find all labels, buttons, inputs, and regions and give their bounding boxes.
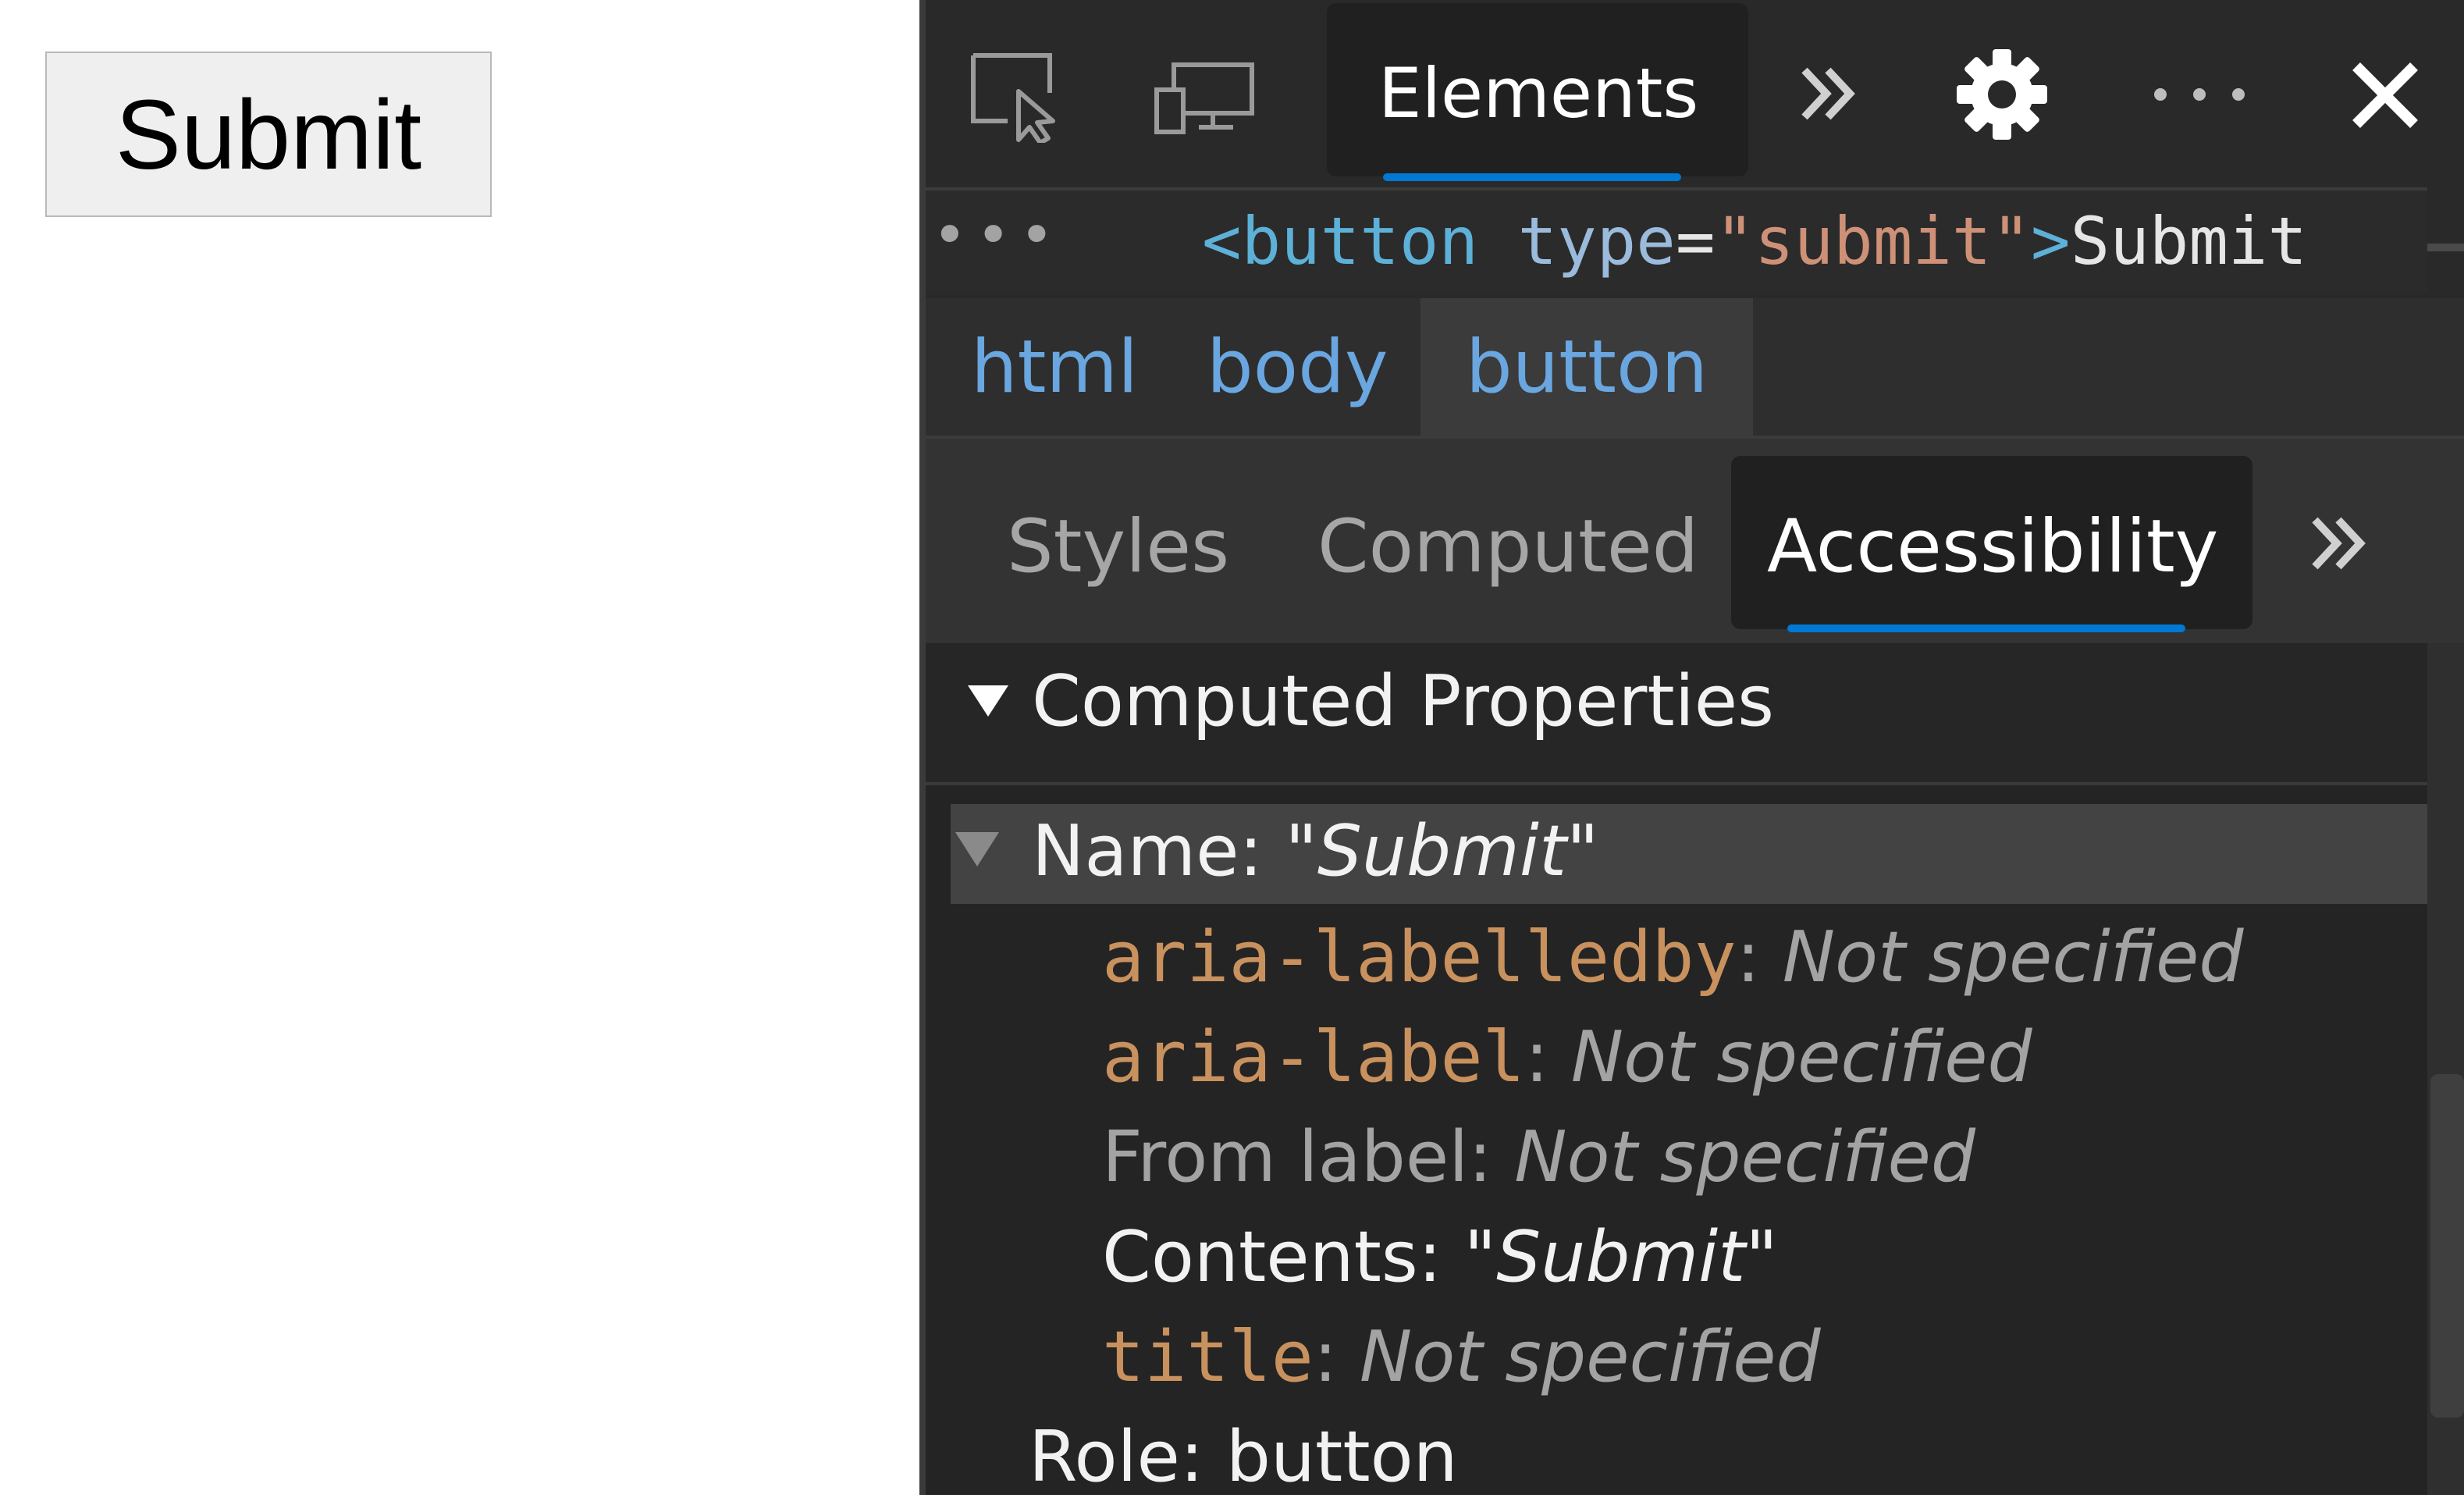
name-property-row[interactable]: Name: "Submit"	[951, 804, 2427, 904]
dom-attr-value: "submit"	[1715, 203, 2032, 279]
submit-button[interactable]: Submit	[45, 52, 492, 217]
dom-attr-name: type	[1517, 203, 1676, 279]
tab-elements-label: Elements	[1378, 53, 1699, 133]
title-row[interactable]: title: Not specified	[1102, 1316, 1821, 1398]
contents-quote-end: "	[1745, 1216, 1778, 1298]
elements-tab-underline	[1383, 173, 1681, 181]
ellipsis-icon[interactable]	[2145, 75, 2254, 114]
inspect-element-icon[interactable]	[963, 44, 1065, 145]
more-sidebar-tabs-icon[interactable]	[2299, 504, 2377, 582]
title-key: title	[1102, 1316, 1314, 1398]
device-emulation-icon[interactable]	[1150, 55, 1260, 141]
from-label-key: From label:	[1102, 1116, 1515, 1198]
collapse-triangle-icon[interactable]	[965, 678, 1012, 724]
tab-styles[interactable]: Styles	[1007, 504, 1229, 589]
accessibility-tab-underline	[1787, 624, 2185, 632]
name-label: Name: "	[1032, 810, 1317, 892]
aria-labelledby-row[interactable]: aria-labelledby: Not specified	[1102, 916, 2244, 998]
tab-computed[interactable]: Computed	[1317, 504, 1698, 589]
colon: :	[1736, 916, 1783, 998]
tab-accessibility-label: Accessibility	[1767, 504, 2219, 589]
scrollbar-thumb[interactable]	[2430, 1074, 2464, 1418]
contents-value: Submit	[1496, 1216, 1746, 1298]
dom-tag-open: <	[1202, 203, 1242, 279]
aria-labelledby-key: aria-labelledby	[1102, 916, 1737, 998]
dom-tree-row[interactable]: ••• <button type="submit">Submit	[926, 190, 2427, 292]
sidebar-tabs: Styles Computed Accessibility	[926, 439, 2464, 643]
name-property: Name: "Submit"	[1032, 810, 1599, 892]
tab-accessibility[interactable]: Accessibility	[1731, 456, 2252, 629]
section-title: Computed Properties	[1032, 660, 1774, 742]
aria-labelledby-value: Not specified	[1782, 916, 2244, 998]
dom-text: Submit	[2070, 203, 2308, 279]
dom-attr-eq: =	[1675, 203, 1716, 279]
contents-key: Contents: "	[1102, 1216, 1497, 1298]
role-row[interactable]: Role: button	[1029, 1416, 1458, 1498]
accessibility-pane: Computed Properties Name: "Submit" aria-…	[926, 643, 2427, 1498]
dom-tag-close: >	[2031, 203, 2071, 279]
contents-row[interactable]: Contents: "Submit"	[1102, 1216, 1778, 1298]
breadcrumb-html[interactable]: html	[971, 298, 1138, 436]
title-value: Not specified	[1359, 1316, 1821, 1398]
page-viewport: Submit	[0, 0, 919, 1495]
breadcrumb-body[interactable]: body	[1207, 298, 1388, 436]
name-value: Submit	[1317, 810, 1567, 892]
breadcrumb-button[interactable]: button	[1420, 298, 1754, 436]
colon: :	[1313, 1316, 1360, 1398]
breadcrumb: html body button	[926, 298, 2464, 436]
aria-label-key: aria-label	[1102, 1016, 1525, 1098]
role-value: button	[1225, 1416, 1458, 1498]
dom-ellipsis[interactable]: •••	[932, 200, 1062, 269]
tab-elements[interactable]: Elements	[1327, 3, 1748, 176]
devtools-splitter[interactable]	[919, 0, 926, 1495]
dom-node-button[interactable]: <button type="submit">Submit	[1202, 203, 2307, 279]
dom-scrollbar[interactable]	[2427, 244, 2464, 251]
dom-tag-name: button	[1241, 203, 1479, 279]
from-label-row[interactable]: From label: Not specified	[1102, 1116, 1975, 1198]
aria-label-row[interactable]: aria-label: Not specified	[1102, 1016, 2032, 1098]
close-icon[interactable]	[2346, 56, 2424, 134]
expand-triangle-icon[interactable]	[952, 826, 1002, 873]
gear-icon[interactable]	[1948, 41, 2056, 148]
aria-label-value: Not specified	[1570, 1016, 2032, 1098]
name-quote-end: "	[1566, 810, 1599, 892]
from-label-value: Not specified	[1514, 1116, 1975, 1198]
devtools-panel: Elements ••• <button type="submit">Submi…	[926, 0, 2464, 1498]
more-tabs-icon[interactable]	[1789, 55, 1867, 133]
role-key: Role:	[1029, 1416, 1226, 1498]
colon: :	[1524, 1016, 1571, 1098]
computed-properties-header[interactable]: Computed Properties	[926, 643, 2427, 785]
